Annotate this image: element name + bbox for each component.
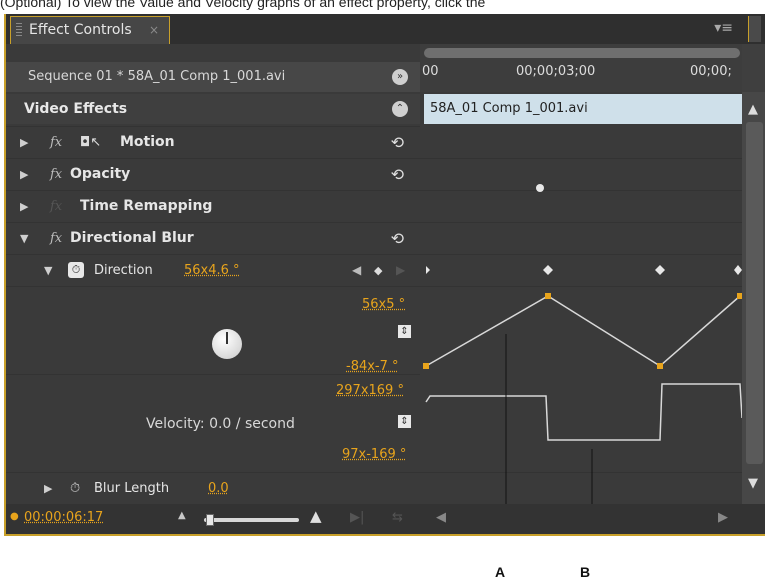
- stopwatch-icon[interactable]: ⏱: [70, 473, 80, 504]
- vertical-scrollbar[interactable]: ▲ ▼: [742, 92, 765, 504]
- opacity-keyframe[interactable]: [536, 184, 544, 192]
- fx-toggle-icon[interactable]: fx: [50, 127, 62, 158]
- velocity-max-value[interactable]: 297x169 °: [336, 375, 404, 406]
- loop-icon[interactable]: ⇆: [392, 510, 403, 525]
- property-label: Direction: [94, 263, 153, 278]
- value-graph-point[interactable]: [657, 363, 663, 369]
- effect-label: Opacity: [70, 166, 131, 182]
- zoom-slider[interactable]: [204, 514, 299, 526]
- direction-keyframe[interactable]: [655, 265, 665, 275]
- sequence-label: Sequence 01 * 58A_01 Comp 1_001.avi: [28, 69, 286, 84]
- effect-label: Motion: [120, 134, 175, 150]
- tab-bar: Effect Controls × ▾≡: [6, 14, 765, 44]
- callouts: A B: [0, 536, 765, 580]
- velocity-graph-labels: 297x169 ° Velocity: 0.0 / second ⇕ 97x-1…: [6, 374, 420, 472]
- blur-length-value[interactable]: 0.0: [208, 473, 229, 504]
- filter-icon[interactable]: ▶|: [350, 510, 364, 525]
- current-time-display[interactable]: 00:00:06:17: [24, 510, 103, 525]
- add-keyframe-icon[interactable]: ◆: [374, 255, 382, 286]
- graph-scale-icon[interactable]: ⇕: [398, 325, 411, 338]
- fx-toggle-icon: fx: [50, 199, 63, 214]
- value-graph-line[interactable]: [425, 295, 741, 367]
- transform-icon[interactable]: ◘↖: [80, 127, 101, 158]
- callout-b-label: B: [580, 564, 591, 580]
- expand-triangle-icon[interactable]: ▶: [20, 159, 28, 190]
- fx-toggle-icon[interactable]: fx: [50, 223, 62, 254]
- caption-text: (Optional) To view the Value and Velocit…: [0, 0, 486, 10]
- effect-row-directional-blur[interactable]: ▼ fx Directional Blur ⟲: [6, 222, 420, 254]
- effect-label: Directional Blur: [70, 230, 194, 246]
- reset-icon[interactable]: ⟲: [391, 159, 404, 190]
- collapse-icon[interactable]: ⌃: [392, 101, 408, 117]
- video-effects-label: Video Effects: [24, 101, 128, 117]
- direction-value[interactable]: 56x4.6 °: [184, 255, 240, 286]
- effect-row-time-remapping[interactable]: ▶ fx Time Remapping: [6, 190, 420, 222]
- prev-keyframe-icon[interactable]: ◀: [352, 255, 361, 286]
- value-graph-point[interactable]: [423, 363, 429, 369]
- effect-row-opacity[interactable]: ▶ fx Opacity ⟲: [6, 158, 420, 190]
- bottom-toolbar: ● 00:00:06:17 ▲ ▲ ▶| ⇆ ◀ ▶: [6, 504, 765, 534]
- expand-triangle-icon[interactable]: ▶: [44, 473, 52, 504]
- direction-dial[interactable]: [212, 329, 242, 359]
- tab-label: Effect Controls: [29, 22, 132, 38]
- direction-keyframe[interactable]: [426, 266, 430, 274]
- reset-icon[interactable]: ⟲: [391, 127, 404, 158]
- value-graph-point[interactable]: [545, 293, 551, 299]
- effect-controls-panel: Effect Controls × ▾≡ Sequence 01 * 58A_0…: [4, 14, 765, 536]
- effect-label: Time Remapping: [80, 198, 213, 214]
- velocity-label: Velocity: 0.0 / second: [146, 416, 295, 432]
- expand-triangle-icon[interactable]: ▶: [20, 191, 28, 222]
- next-keyframe-icon[interactable]: ▶: [396, 255, 405, 286]
- video-effects-heading: Video Effects ⌃: [6, 94, 420, 124]
- expand-triangle-icon[interactable]: ▶: [20, 127, 28, 158]
- velocity-scale-icon[interactable]: ⇕: [398, 415, 411, 428]
- fx-toggle-icon[interactable]: fx: [50, 159, 62, 190]
- collapse-triangle-icon[interactable]: ▼: [20, 223, 28, 254]
- sequence-clip-row: Sequence 01 * 58A_01 Comp 1_001.avi »: [6, 62, 420, 92]
- show-hide-timeline-icon[interactable]: »: [392, 69, 408, 85]
- tab-grip-icon[interactable]: [16, 23, 22, 37]
- graph-max-value[interactable]: 56x5 °: [362, 289, 405, 320]
- property-label: Blur Length: [94, 481, 170, 496]
- zoom-in-icon[interactable]: ▲: [310, 507, 322, 525]
- scroll-thumb[interactable]: [746, 122, 763, 464]
- scroll-left-icon[interactable]: ◀: [436, 510, 446, 525]
- scroll-right-icon[interactable]: ▶: [718, 510, 728, 525]
- direction-keyframe[interactable]: [543, 265, 553, 275]
- effect-row-motion[interactable]: ▶ fx ◘↖ Motion ⟲: [6, 126, 420, 158]
- close-icon[interactable]: ×: [149, 17, 159, 43]
- timecode-dot-icon: ●: [10, 511, 19, 522]
- effects-list: Sequence 01 * 58A_01 Comp 1_001.avi » Vi…: [6, 44, 420, 534]
- zoom-out-icon[interactable]: ▲: [178, 510, 186, 521]
- scroll-up-icon[interactable]: ▲: [748, 102, 758, 117]
- velocity-graph-line[interactable]: [425, 383, 742, 441]
- collapse-triangle-icon[interactable]: ▼: [44, 255, 52, 286]
- reset-icon[interactable]: ⟲: [391, 223, 404, 254]
- property-row-direction[interactable]: ▼ ⏱ Direction 56x4.6 ° ◀ ◆ ▶: [6, 254, 420, 286]
- stopwatch-icon[interactable]: ⏱: [68, 262, 84, 278]
- scroll-down-icon[interactable]: ▼: [748, 476, 758, 491]
- graph-canvas[interactable]: [420, 44, 742, 504]
- timeline-view: 00 00;00;03;00 00;00; 58A_01 Comp 1_001.…: [420, 44, 742, 504]
- callout-a-label: A: [495, 564, 506, 580]
- panel-grip-icon[interactable]: [748, 16, 761, 42]
- panel-menu-icon[interactable]: ▾≡: [714, 20, 733, 36]
- direction-keyframe[interactable]: [734, 265, 742, 275]
- property-row-blur-length[interactable]: ▶ ⏱ Blur Length 0.0: [6, 472, 420, 504]
- tab-effect-controls[interactable]: Effect Controls ×: [10, 16, 170, 44]
- zoom-slider-knob[interactable]: [206, 514, 214, 526]
- velocity-min-value[interactable]: 97x-169 °: [342, 439, 406, 470]
